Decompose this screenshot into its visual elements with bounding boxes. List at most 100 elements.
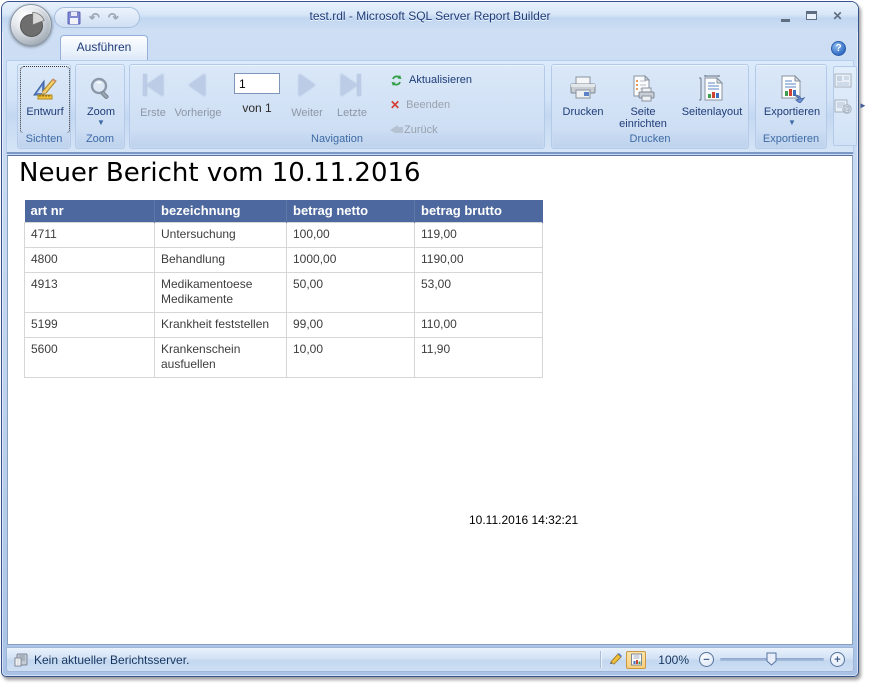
cell-bezeichnung: Krankenschein ausfuellen	[155, 337, 287, 377]
design-view-toggle[interactable]	[606, 651, 626, 669]
refresh-button[interactable]: Aktualisieren	[390, 72, 472, 88]
zoom-slider-track[interactable]	[720, 658, 824, 661]
table-row: 5600 Krankenschein ausfuellen 10,00 11,9…	[25, 337, 543, 377]
report-timestamp: 10.11.2016 14:32:21	[469, 513, 578, 527]
group-label-zoom: Zoom	[77, 133, 123, 147]
cell-betrag-brutto: 11,90	[415, 337, 543, 377]
stop-icon: ✕	[390, 99, 400, 111]
zoom-out-button[interactable]: −	[699, 652, 714, 667]
flyout-icon[interactable]: ►	[859, 101, 867, 110]
export-icon	[777, 72, 807, 106]
page-layout-button[interactable]: Seitenlayout	[675, 67, 749, 133]
zoom-slider-thumb[interactable]	[766, 652, 777, 666]
stop-button[interactable]: ✕ Beenden	[390, 97, 450, 113]
report-preview-area: Neuer Bericht vom 10.11.2016 art nr beze…	[7, 155, 853, 645]
minimize-button[interactable]	[777, 7, 794, 24]
report-builder-window: ↶ ↷ test.rdl - Microsoft SQL Server Repo…	[1, 1, 859, 677]
dropdown-icon: ▼	[97, 119, 105, 127]
ribbon-group-drucken: Drucken Seite einri	[551, 64, 749, 149]
next-page-icon	[299, 74, 315, 96]
column-header-bezeichnung: bezeichnung	[155, 200, 287, 222]
ribbon: Entwurf Sichten Zoom ▼ Zoom	[6, 60, 854, 154]
cell-betrag-brutto: 53,00	[415, 272, 543, 312]
ribbon-group-sichten: Entwurf Sichten	[17, 64, 71, 149]
page-of-label: von 1	[228, 101, 286, 115]
zoom-button[interactable]: Zoom ▼	[78, 67, 124, 133]
ribbon-group-zoom: Zoom ▼ Zoom	[75, 64, 125, 149]
page-layout-icon	[697, 72, 727, 106]
svg-text:@: @	[843, 107, 850, 114]
cell-betrag-netto: 10,00	[287, 337, 415, 377]
cell-art-nr: 4913	[25, 272, 155, 312]
table-row: 5199 Krankheit feststellen 99,00 110,00	[25, 312, 543, 337]
prev-page-label: Vorherige	[168, 107, 228, 119]
design-icon	[31, 72, 59, 106]
run-view-toggle[interactable]	[626, 651, 646, 669]
group-label-navigation: Navigation	[131, 133, 543, 147]
email-report-icon[interactable]: @	[834, 99, 852, 114]
entwurf-button[interactable]: Entwurf	[21, 67, 69, 133]
status-message: Kein aktueller Berichtsserver.	[34, 653, 189, 667]
next-page-button[interactable]	[292, 71, 322, 99]
title-bar: ↶ ↷ test.rdl - Microsoft SQL Server Repo…	[2, 2, 858, 32]
report-table: art nr bezeichnung betrag netto betrag b…	[24, 200, 543, 378]
print-label: Drucken	[563, 106, 604, 118]
status-bar: Kein aktueller Berichtsserver.	[6, 647, 854, 672]
refresh-icon	[390, 74, 403, 87]
report-view-icon[interactable]	[834, 73, 852, 88]
table-row: 4913 Medikamentoese Medikamente 50,00 53…	[25, 272, 543, 312]
window-controls: ✕	[777, 7, 846, 24]
cell-betrag-netto: 50,00	[287, 272, 415, 312]
table-row: 4711 Untersuchung 100,00 119,00	[25, 222, 543, 247]
first-page-button[interactable]	[138, 71, 168, 99]
page-setup-icon	[629, 72, 657, 106]
page-setup-button[interactable]: Seite einrichten	[611, 67, 675, 133]
page-setup-label: Seite einrichten	[611, 106, 675, 130]
export-button[interactable]: Exportieren ▼	[759, 67, 825, 133]
zoom-label: Zoom	[87, 106, 115, 118]
zoom-level-label: 100%	[658, 653, 689, 667]
group-label-exportieren: Exportieren	[757, 133, 825, 147]
prev-page-icon	[189, 74, 205, 96]
export-label: Exportieren	[764, 106, 820, 118]
print-button[interactable]: Drucken	[555, 67, 611, 133]
cell-bezeichnung: Medikamentoese Medikamente	[155, 272, 287, 312]
window-title: test.rdl - Microsoft SQL Server Report B…	[2, 9, 858, 23]
last-page-label: Letzte	[328, 107, 376, 119]
maximize-icon	[806, 11, 817, 20]
dropdown-icon: ▼	[788, 119, 796, 127]
table-header-row: art nr bezeichnung betrag netto betrag b…	[25, 200, 543, 222]
column-header-betrag-brutto: betrag brutto	[415, 200, 543, 222]
status-separator	[600, 651, 601, 668]
cell-bezeichnung: Behandlung	[155, 247, 287, 272]
cell-art-nr: 4800	[25, 247, 155, 272]
table-row: 4800 Behandlung 1000,00 1190,00	[25, 247, 543, 272]
ribbon-tab-strip: Ausführen ?	[6, 32, 854, 60]
last-page-button[interactable]	[336, 71, 366, 99]
ribbon-group-navigation: Erste Vorherige von 1 Weiter Letzte	[129, 64, 545, 149]
zoom-in-button[interactable]: +	[830, 652, 845, 667]
cell-bezeichnung: Krankheit feststellen	[155, 312, 287, 337]
office-button[interactable]	[10, 4, 52, 46]
page-number-input[interactable]	[234, 73, 280, 94]
close-button[interactable]: ✕	[829, 7, 846, 24]
next-page-label: Weiter	[282, 107, 332, 119]
cell-betrag-brutto: 119,00	[415, 222, 543, 247]
cell-betrag-netto: 100,00	[287, 222, 415, 247]
minimize-icon	[781, 19, 790, 22]
design-view-icon	[609, 653, 623, 666]
stop-label: Beenden	[406, 99, 450, 111]
tab-ausfuehren[interactable]: Ausführen	[60, 35, 148, 60]
cell-betrag-netto: 99,00	[287, 312, 415, 337]
report-title: Neuer Bericht vom 10.11.2016	[19, 158, 421, 188]
prev-page-button[interactable]	[182, 71, 212, 99]
maximize-button[interactable]	[803, 7, 820, 24]
refresh-label: Aktualisieren	[409, 74, 472, 86]
column-header-betrag-netto: betrag netto	[287, 200, 415, 222]
last-page-icon	[341, 74, 357, 96]
help-button[interactable]: ?	[831, 41, 846, 56]
magnifier-icon	[88, 72, 114, 106]
entwurf-label: Entwurf	[26, 106, 63, 118]
ribbon-group-exportieren: Exportieren ▼ Exportieren	[755, 64, 827, 149]
office-logo-icon	[18, 12, 45, 39]
